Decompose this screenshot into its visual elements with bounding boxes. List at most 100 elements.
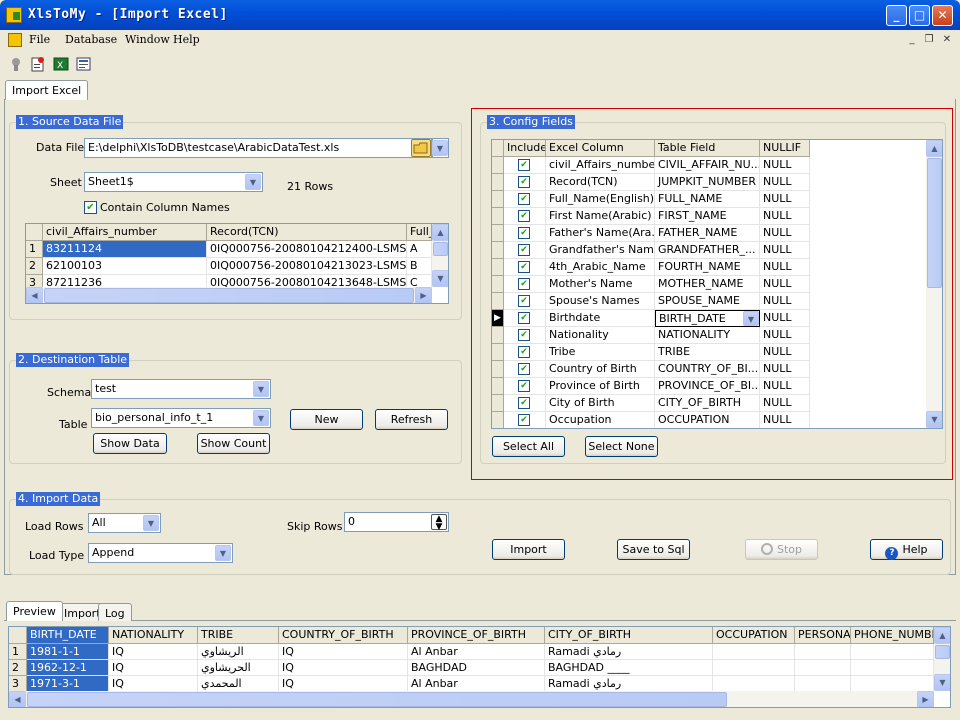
include-checkbox[interactable]: ✔ (518, 261, 530, 273)
table-cell[interactable] (795, 644, 851, 660)
table-field-cell[interactable]: SPOUSE_NAME (655, 293, 760, 310)
refresh-button[interactable]: Refresh (375, 409, 448, 430)
table-field-cell[interactable]: CIVIL_AFFAIR_NU... (655, 157, 760, 174)
excel-column-cell[interactable]: Record(TCN) (546, 174, 655, 191)
scroll-thumb[interactable] (935, 645, 950, 659)
table-field-cell[interactable]: GRANDFATHER_... (655, 242, 760, 259)
include-cell[interactable]: ✔ (504, 412, 546, 428)
spinner-icon[interactable]: ▲ ▼ (431, 514, 447, 531)
excel-column-cell[interactable]: City of Birth (546, 395, 655, 412)
excel-column-cell[interactable]: Nationality (546, 327, 655, 344)
menu-file[interactable]: File (29, 33, 50, 46)
nullif-cell[interactable]: NULL (760, 191, 810, 208)
excel-column-cell[interactable]: civil_Affairs_number (546, 157, 655, 174)
browse-folder-icon[interactable] (411, 139, 431, 157)
mdi-minimize-button[interactable]: _ (904, 33, 920, 47)
include-cell[interactable]: ✔ (504, 344, 546, 361)
excel-column-cell[interactable]: Province of Birth (546, 378, 655, 395)
scroll-up-icon[interactable]: ▲ (432, 224, 448, 241)
connect-icon[interactable] (8, 56, 24, 72)
nullif-cell[interactable]: NULL (760, 208, 810, 225)
column-header[interactable]: Full_ (407, 224, 432, 241)
table-cell[interactable]: 62100103 (43, 258, 207, 275)
table-field-cell[interactable]: OCCUPATION (655, 412, 760, 428)
column-header[interactable]: CITY_OF_BIRTH (545, 627, 713, 644)
config-fields-grid[interactable]: Include Excel Column Table Field NULLIF … (491, 139, 943, 429)
vertical-scrollbar[interactable]: ▲ ▼ (926, 140, 942, 428)
include-cell[interactable]: ✔ (504, 310, 546, 327)
table-cell[interactable]: 1981-1-1 (27, 644, 109, 660)
nullif-cell[interactable]: NULL (760, 395, 810, 412)
open-document-icon[interactable] (30, 56, 46, 72)
nullif-cell[interactable]: NULL (760, 344, 810, 361)
column-header[interactable]: Record(TCN) (207, 224, 407, 241)
table-field-cell[interactable]: CITY_OF_BIRTH (655, 395, 760, 412)
scroll-down-icon[interactable]: ▼ (926, 411, 942, 428)
excel-icon[interactable]: X (53, 56, 69, 72)
nullif-cell[interactable]: NULL (760, 259, 810, 276)
include-cell[interactable]: ✔ (504, 276, 546, 293)
excel-column-cell[interactable]: 4th_Arabic_Name (546, 259, 655, 276)
table-field-cell[interactable]: MOTHER_NAME (655, 276, 760, 293)
table-field-cell[interactable]: FULL_NAME (655, 191, 760, 208)
excel-column-cell[interactable]: First Name(Arabic) (546, 208, 655, 225)
table-field-cell[interactable]: PROVINCE_OF_BI... (655, 378, 760, 395)
horizontal-scrollbar[interactable]: ◀ ▶ (9, 691, 934, 707)
menu-help[interactable]: Help (173, 33, 200, 46)
table-cell[interactable]: IQ (109, 660, 198, 676)
column-header[interactable]: NATIONALITY (109, 627, 198, 644)
source-preview-grid[interactable]: civil_Affairs_number Record(TCN) Full_ 1… (25, 223, 449, 304)
table-cell[interactable]: BAGHDAD (408, 660, 545, 676)
show-data-button[interactable]: Show Data (93, 433, 167, 454)
mdi-child-icon[interactable] (8, 33, 22, 47)
include-checkbox[interactable]: ✔ (518, 227, 530, 239)
horizontal-scrollbar[interactable]: ◀ ▶ (26, 287, 432, 303)
table-cell[interactable]: Ramadi رمادي (545, 644, 713, 660)
excel-column-cell[interactable]: Full_Name(English) (546, 191, 655, 208)
data-file-dropdown[interactable]: ▼ (432, 138, 449, 158)
table-cell[interactable] (713, 660, 795, 676)
new-table-button[interactable]: New (290, 409, 363, 430)
table-cell[interactable]: IQ (109, 676, 198, 692)
table-cell[interactable]: IQ (279, 660, 408, 676)
include-checkbox[interactable]: ✔ (518, 278, 530, 290)
table-cell[interactable]: IQ (279, 644, 408, 660)
column-header[interactable]: PROVINCE_OF_BIRTH (408, 627, 545, 644)
load-type-select[interactable]: Append ▼ (88, 543, 233, 563)
table-field-cell[interactable]: FOURTH_NAME (655, 259, 760, 276)
menu-window[interactable]: Window (125, 33, 170, 46)
include-cell[interactable]: ✔ (504, 225, 546, 242)
save-to-sql-button[interactable]: Save to Sql (617, 539, 690, 560)
table-cell[interactable]: IQ (279, 676, 408, 692)
nullif-cell[interactable]: NULL (760, 242, 810, 259)
preview-grid[interactable]: BIRTH_DATE NATIONALITY TRIBE COUNTRY_OF_BIR… (8, 626, 951, 708)
nullif-cell[interactable]: NULL (760, 361, 810, 378)
include-checkbox[interactable]: ✔ (518, 397, 530, 409)
excel-column-cell[interactable]: Tribe (546, 344, 655, 361)
contain-names-checkbox[interactable]: ✔ (84, 201, 97, 214)
excel-column-cell[interactable]: Birthdate (546, 310, 655, 327)
minimize-button[interactable]: _ (886, 5, 907, 26)
scroll-up-icon[interactable]: ▲ (934, 627, 950, 644)
include-checkbox[interactable]: ✔ (518, 295, 530, 307)
table-cell[interactable]: 0IQ000756-20080104213023-LSMS-2070 (207, 258, 407, 275)
table-cell[interactable]: 1962-12-1 (27, 660, 109, 676)
table-cell[interactable]: 1971-3-1 (27, 676, 109, 692)
tab-preview[interactable]: Preview (6, 601, 63, 621)
mdi-close-button[interactable]: ✕ (939, 33, 955, 47)
include-checkbox[interactable]: ✔ (518, 346, 530, 358)
table-cell[interactable] (795, 676, 851, 692)
scroll-down-icon[interactable]: ▼ (934, 674, 950, 691)
include-cell[interactable]: ✔ (504, 361, 546, 378)
nullif-cell[interactable]: NULL (760, 276, 810, 293)
table-field-cell[interactable]: JUMPKIT_NUMBER (655, 174, 760, 191)
include-checkbox[interactable]: ✔ (518, 312, 530, 324)
nullif-cell[interactable]: NULL (760, 310, 810, 327)
column-header[interactable]: civil_Affairs_number (43, 224, 207, 241)
scroll-thumb[interactable] (44, 288, 414, 303)
table-cell[interactable]: A (407, 241, 432, 258)
scroll-down-icon[interactable]: ▼ (432, 270, 448, 287)
include-checkbox[interactable]: ✔ (518, 380, 530, 392)
select-none-button[interactable]: Select None (585, 436, 658, 457)
table-cell[interactable] (851, 676, 934, 692)
